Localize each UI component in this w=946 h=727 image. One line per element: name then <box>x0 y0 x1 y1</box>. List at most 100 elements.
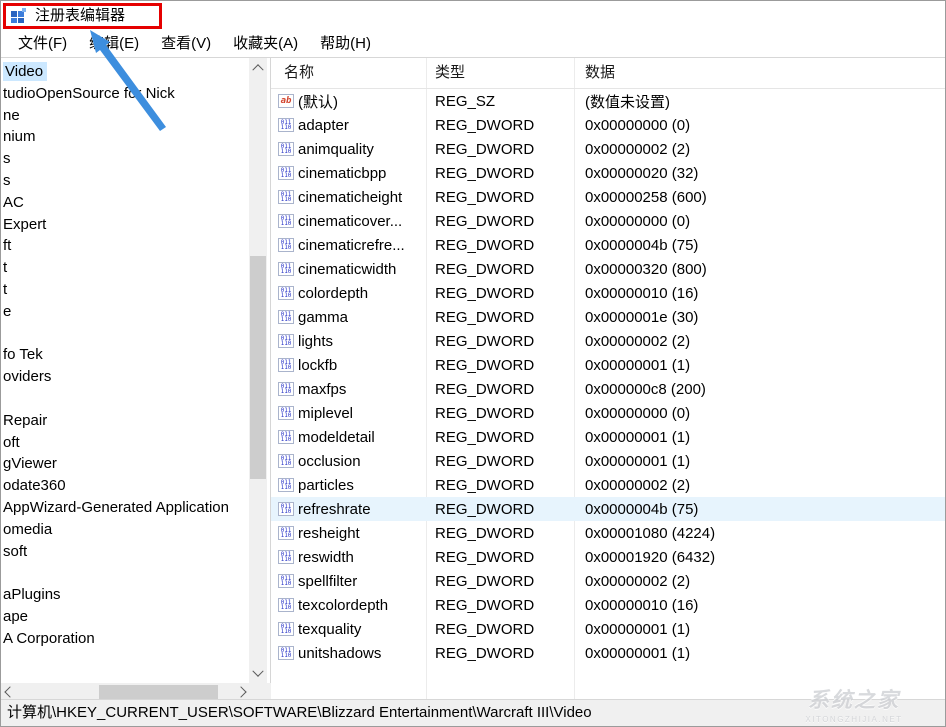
vertical-scroll-thumb[interactable] <box>250 256 266 479</box>
tree-item[interactable]: AC <box>1 192 249 214</box>
registry-value-row[interactable]: unitshadows REG_DWORD 0x00000001 (1) <box>271 641 946 665</box>
tree-item[interactable]: ape <box>1 606 249 628</box>
tree-vertical-scrollbar[interactable] <box>249 58 267 683</box>
tree-item[interactable]: nium <box>1 126 249 148</box>
tree-item[interactable] <box>1 562 249 584</box>
value-type: REG_DWORD <box>426 261 574 278</box>
registry-value-row[interactable]: cinematicover... REG_DWORD 0x00000000 (0… <box>271 209 946 233</box>
value-data: 0x00001080 (4224) <box>574 525 946 542</box>
tree-item[interactable]: t <box>1 279 249 301</box>
tree-item[interactable]: Expert <box>1 214 249 236</box>
value-data: 0x00000320 (800) <box>574 261 946 278</box>
value-name: texcolordepth <box>298 597 426 614</box>
menu-edit[interactable]: 编辑(E) <box>78 31 150 57</box>
tree-item[interactable] <box>1 650 249 672</box>
value-type: REG_DWORD <box>426 189 574 206</box>
registry-value-row[interactable]: spellfilter REG_DWORD 0x00000002 (2) <box>271 569 946 593</box>
registry-value-row[interactable]: colordepth REG_DWORD 0x00000010 (16) <box>271 281 946 305</box>
value-name: cinematicover... <box>298 213 426 230</box>
selected-key-path: 计算机\HKEY_CURRENT_USER\SOFTWARE\Blizzard … <box>7 704 592 721</box>
reg-dword-icon <box>278 238 294 252</box>
value-data: 0x0000004b (75) <box>574 501 946 518</box>
registry-value-row[interactable]: cinematicheight REG_DWORD 0x00000258 (60… <box>271 185 946 209</box>
value-name: cinematicheight <box>298 189 426 206</box>
value-name: cinematicwidth <box>298 261 426 278</box>
registry-value-row[interactable]: texquality REG_DWORD 0x00000001 (1) <box>271 617 946 641</box>
tree-item[interactable]: oviders <box>1 366 249 388</box>
value-data: 0x000000c8 (200) <box>574 381 946 398</box>
tree-item[interactable] <box>1 388 249 410</box>
value-name: particles <box>298 477 426 494</box>
tree-item[interactable]: s <box>1 148 249 170</box>
column-header-type[interactable]: 类型 <box>426 58 574 88</box>
menu-help[interactable]: 帮助(H) <box>309 31 382 57</box>
registry-value-row[interactable]: resheight REG_DWORD 0x00001080 (4224) <box>271 521 946 545</box>
registry-value-row[interactable]: cinematicrefre... REG_DWORD 0x0000004b (… <box>271 233 946 257</box>
tree-item[interactable]: AppWizard-Generated Application <box>1 497 249 519</box>
tree-item[interactable] <box>1 323 249 345</box>
value-type: REG_DWORD <box>426 381 574 398</box>
reg-dword-icon <box>278 142 294 156</box>
main-area: Video tudioOpenSource for Nick ne nium s… <box>1 58 946 701</box>
registry-value-row-selected[interactable]: refreshrate REG_DWORD 0x0000004b (75) <box>271 497 946 521</box>
registry-value-row[interactable]: texcolordepth REG_DWORD 0x00000010 (16) <box>271 593 946 617</box>
tree-item[interactable]: soft <box>1 541 249 563</box>
value-type: REG_DWORD <box>426 501 574 518</box>
tree-item-video[interactable]: Video <box>1 61 249 83</box>
chevron-up-icon <box>252 64 263 75</box>
registry-value-row[interactable]: lights REG_DWORD 0x00000002 (2) <box>271 329 946 353</box>
list-header: 名称 类型 数据 <box>271 58 946 89</box>
tree-item[interactable]: s <box>1 170 249 192</box>
reg-dword-icon <box>278 310 294 324</box>
scroll-down-button[interactable] <box>249 665 267 683</box>
tree-item[interactable]: A Corporation <box>1 628 249 650</box>
registry-value-row[interactable]: reswidth REG_DWORD 0x00001920 (6432) <box>271 545 946 569</box>
menu-favorites[interactable]: 收藏夹(A) <box>222 31 309 57</box>
tree-item[interactable]: ft <box>1 235 249 257</box>
registry-value-row[interactable]: particles REG_DWORD 0x00000002 (2) <box>271 473 946 497</box>
registry-value-row[interactable]: animquality REG_DWORD 0x00000002 (2) <box>271 137 946 161</box>
tree-item[interactable]: e <box>1 301 249 323</box>
tree-item[interactable]: aPlugins <box>1 584 249 606</box>
column-header-name[interactable]: 名称 <box>271 58 426 88</box>
tree-item[interactable]: gViewer <box>1 453 249 475</box>
tree-item[interactable]: t <box>1 257 249 279</box>
reg-dword-icon <box>278 358 294 372</box>
value-name: occlusion <box>298 453 426 470</box>
reg-dword-icon <box>278 430 294 444</box>
reg-dword-icon <box>278 382 294 396</box>
value-type: REG_DWORD <box>426 285 574 302</box>
menu-file[interactable]: 文件(F) <box>7 31 78 57</box>
value-type: REG_DWORD <box>426 357 574 374</box>
registry-value-row[interactable]: gamma REG_DWORD 0x0000001e (30) <box>271 305 946 329</box>
value-type: REG_DWORD <box>426 309 574 326</box>
registry-editor-icon <box>11 8 27 24</box>
horizontal-scroll-thumb[interactable] <box>99 685 218 699</box>
tree-item[interactable]: odate360 <box>1 475 249 497</box>
tree-item[interactable]: fo Tek <box>1 344 249 366</box>
registry-tree: Video tudioOpenSource for Nick ne nium s… <box>1 58 249 683</box>
registry-value-row[interactable]: cinematicbpp REG_DWORD 0x00000020 (32) <box>271 161 946 185</box>
registry-value-row[interactable]: cinematicwidth REG_DWORD 0x00000320 (800… <box>271 257 946 281</box>
value-type: REG_DWORD <box>426 453 574 470</box>
registry-value-row[interactable]: (默认) REG_SZ (数值未设置) <box>271 89 946 113</box>
value-type: REG_DWORD <box>426 477 574 494</box>
registry-value-row[interactable]: miplevel REG_DWORD 0x00000000 (0) <box>271 401 946 425</box>
tree-item[interactable]: Repair <box>1 410 249 432</box>
tree-item[interactable]: tudioOpenSource for Nick <box>1 83 249 105</box>
registry-value-row[interactable]: lockfb REG_DWORD 0x00000001 (1) <box>271 353 946 377</box>
menu-view[interactable]: 查看(V) <box>150 31 222 57</box>
tree-item[interactable]: omedia <box>1 519 249 541</box>
column-header-data[interactable]: 数据 <box>574 58 946 88</box>
registry-value-row[interactable]: modeldetail REG_DWORD 0x00000001 (1) <box>271 425 946 449</box>
value-type: REG_DWORD <box>426 213 574 230</box>
registry-value-row[interactable]: adapter REG_DWORD 0x00000000 (0) <box>271 113 946 137</box>
tree-item[interactable]: oft <box>1 432 249 454</box>
value-data: 0x0000001e (30) <box>574 309 946 326</box>
registry-value-row[interactable]: occlusion REG_DWORD 0x00000001 (1) <box>271 449 946 473</box>
scroll-up-button[interactable] <box>249 58 267 76</box>
tree-item[interactable]: ne <box>1 105 249 127</box>
value-name: cinematicrefre... <box>298 237 426 254</box>
chevron-down-icon <box>252 666 263 677</box>
registry-value-row[interactable]: maxfps REG_DWORD 0x000000c8 (200) <box>271 377 946 401</box>
